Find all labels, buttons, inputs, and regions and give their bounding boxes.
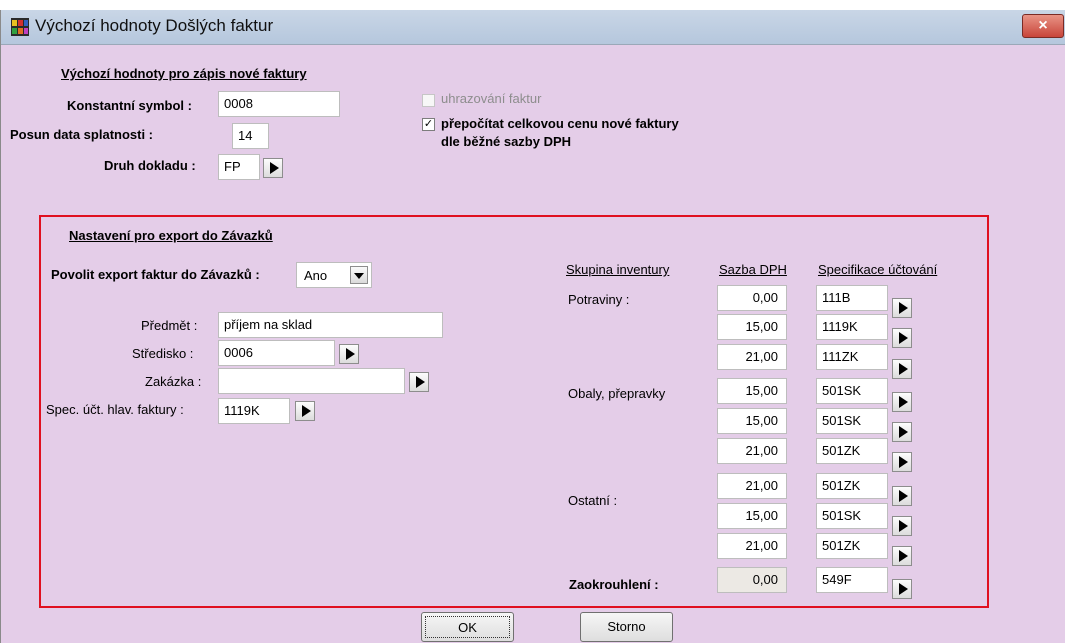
povolit-export-label: Povolit export faktur do Závazků : <box>51 267 260 282</box>
spec-play-icon[interactable] <box>892 392 912 412</box>
spec-input[interactable]: 501SK <box>816 408 888 434</box>
col-header-specifikace: Specifikace účtování <box>818 262 938 277</box>
druh-dokladu-input[interactable]: FP <box>218 154 260 180</box>
konstantni-symbol-input[interactable]: 0008 <box>218 91 340 117</box>
spec-input[interactable]: 1119K <box>816 314 888 340</box>
zakazka-play-icon[interactable] <box>409 372 429 392</box>
group-label-zaokrouhleni: Zaokrouhlení : <box>569 577 659 592</box>
sazba-input[interactable]: 21,00 <box>717 473 787 499</box>
spec-input[interactable]: 501ZK <box>816 533 888 559</box>
sazba-input[interactable]: 15,00 <box>717 408 787 434</box>
group-label-ostatni: Ostatní : <box>568 493 618 508</box>
povolit-export-select[interactable]: Ano <box>296 262 372 288</box>
spec-hlav-faktury-input[interactable]: 1119K <box>218 398 290 424</box>
dialog-window: Výchozí hodnoty Došlých faktur × Výchozí… <box>0 10 1065 643</box>
spec-play-icon[interactable] <box>892 328 912 348</box>
stredisko-play-icon[interactable] <box>339 344 359 364</box>
col-header-skupina: Skupina inventury <box>566 262 670 277</box>
sazba-input[interactable]: 21,00 <box>717 438 787 464</box>
zakazka-label: Zakázka : <box>145 374 202 389</box>
sazba-input[interactable]: 15,00 <box>717 314 787 340</box>
spec-hlav-faktury-label: Spec. účt. hlav. faktury : <box>46 402 184 417</box>
uhrazovani-label: uhrazování faktur <box>441 91 542 106</box>
spec-play-icon[interactable] <box>892 486 912 506</box>
spec-input[interactable]: 501ZK <box>816 438 888 464</box>
group-label-potraviny: Potraviny : <box>568 292 630 307</box>
posun-splatnosti-input[interactable]: 14 <box>232 123 269 149</box>
sazba-input[interactable]: 15,00 <box>717 378 787 404</box>
zakazka-input[interactable] <box>218 368 405 394</box>
spec-play-icon[interactable] <box>892 546 912 566</box>
druh-dokladu-play-icon[interactable] <box>263 158 283 178</box>
predmet-label: Předmět : <box>141 318 198 333</box>
povolit-export-value: Ano <box>304 268 328 283</box>
chevron-down-icon[interactable] <box>350 266 368 284</box>
spec-play-icon[interactable] <box>892 516 912 536</box>
spec-input[interactable]: 501ZK <box>816 473 888 499</box>
prepocitat-label-line2: dle běžné sazby DPH <box>441 134 572 149</box>
sazba-input[interactable]: 0,00 <box>717 285 787 311</box>
col-header-sazba: Sazba DPH <box>719 262 787 277</box>
spec-play-icon[interactable] <box>892 579 912 599</box>
predmet-input[interactable]: příjem na sklad <box>218 312 443 338</box>
close-icon: × <box>1038 17 1048 34</box>
zaokrouhleni-spec-input[interactable]: 549F <box>816 567 888 593</box>
posun-splatnosti-label: Posun data splatnosti : <box>10 127 154 142</box>
prepocitat-label-line1: přepočítat celkovou cenu nové faktury <box>441 116 679 131</box>
group-label-obaly: Obaly, přepravky <box>568 386 666 401</box>
spec-input[interactable]: 501SK <box>816 378 888 404</box>
sazba-input[interactable]: 21,00 <box>717 344 787 370</box>
spec-input[interactable]: 111ZK <box>816 344 888 370</box>
druh-dokladu-label: Druh dokladu : <box>104 158 196 173</box>
spec-input[interactable]: 111B <box>816 285 888 311</box>
prepocitat-checkbox[interactable]: ✓ <box>422 118 435 131</box>
sazba-input[interactable]: 21,00 <box>717 533 787 559</box>
title-bar[interactable]: Výchozí hodnoty Došlých faktur × <box>1 10 1065 45</box>
ok-focus-outline: OK <box>425 616 510 638</box>
ok-label: OK <box>458 620 477 635</box>
window-title: Výchozí hodnoty Došlých faktur <box>35 16 274 35</box>
storno-button[interactable]: Storno <box>580 612 673 642</box>
stredisko-label: Středisko : <box>132 346 194 361</box>
stredisko-input[interactable]: 0006 <box>218 340 335 366</box>
spec-play-icon[interactable] <box>892 298 912 318</box>
spec-hlav-faktury-play-icon[interactable] <box>295 401 315 421</box>
zaokrouhleni-sazba-field: 0,00 <box>717 567 787 593</box>
uhrazovani-checkbox[interactable] <box>422 94 435 107</box>
sazba-input[interactable]: 15,00 <box>717 503 787 529</box>
defaults-header: Výchozí hodnoty pro zápis nové faktury <box>61 66 307 81</box>
konstantni-symbol-label: Konstantní symbol : <box>67 98 192 113</box>
spec-play-icon[interactable] <box>892 452 912 472</box>
check-icon: ✓ <box>423 118 434 130</box>
export-header: Nastavení pro export do Závazků <box>69 228 273 243</box>
app-icon <box>11 18 29 36</box>
close-button[interactable]: × <box>1022 14 1064 38</box>
spec-play-icon[interactable] <box>892 422 912 442</box>
ok-button[interactable]: OK <box>421 612 514 642</box>
spec-play-icon[interactable] <box>892 359 912 379</box>
spec-input[interactable]: 501SK <box>816 503 888 529</box>
